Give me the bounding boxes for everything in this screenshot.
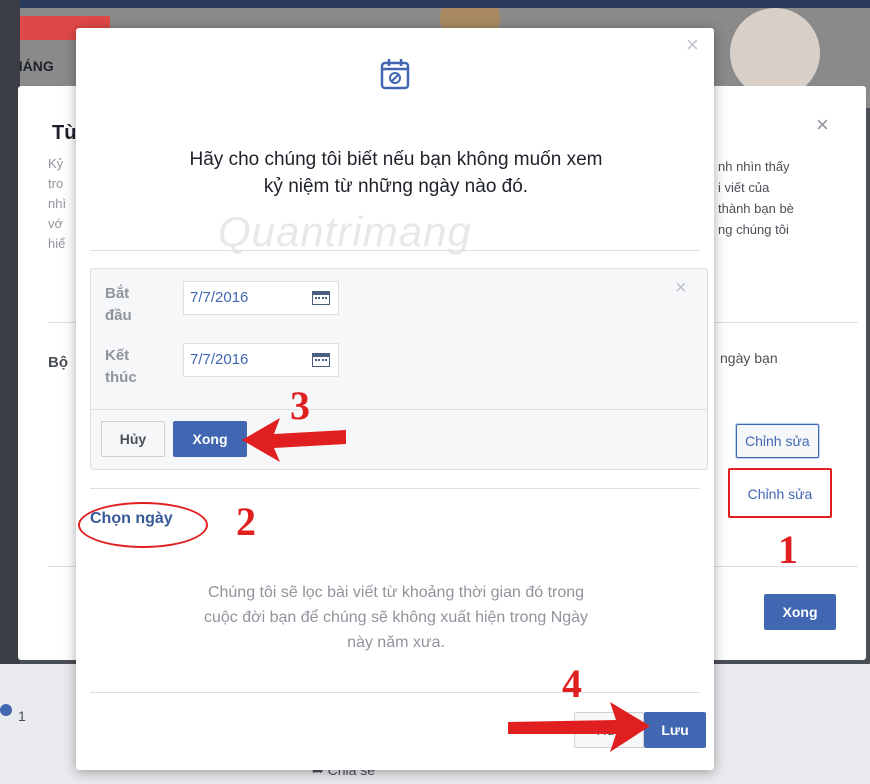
end-date-value: 7/7/2016 (190, 351, 249, 368)
dialog-description: Chúng tôi sẽ lọc bài viết từ khoảng thời… (116, 580, 676, 655)
start-date-input[interactable]: 7/7/2016 (183, 281, 339, 315)
start-label: Bắt đầu (105, 283, 132, 327)
date-done-button[interactable]: Xong (173, 421, 247, 457)
preferences-right-line: thành bạn bè (718, 201, 794, 216)
choose-date-link[interactable]: Chọn ngày (90, 510, 173, 528)
start-label-line: đầu (105, 307, 132, 324)
save-button[interactable]: Lưu (644, 712, 706, 748)
preferences-right-text: nh nhìn thấy i viết của thành bạn bè ng … (718, 156, 848, 240)
description-line: này năm xưa. (347, 634, 445, 651)
edit-people-button[interactable]: Chỉnh sửa (736, 424, 819, 458)
divider (90, 488, 700, 489)
end-label: Kết thúc (105, 345, 137, 389)
preferences-right-line: i viết của (718, 180, 770, 195)
dialog-heading: Hãy cho chúng tôi biết nếu bạn không muố… (106, 146, 686, 200)
baseball-decoration (730, 8, 820, 98)
step-number-2: 2 (236, 499, 256, 544)
date-cancel-button[interactable]: Hủy (101, 421, 165, 457)
step-3-arrow-icon (242, 418, 346, 462)
calendar-picker-icon[interactable] (312, 353, 330, 367)
section-label: Bộ (48, 354, 68, 371)
divider (91, 409, 707, 410)
start-date-value: 7/7/2016 (190, 289, 249, 306)
end-label-line: Kết (105, 347, 130, 364)
watermark-logo: Quantrimang (218, 208, 472, 255)
description-line: cuộc đời bạn để chúng sẽ không xuất hiện… (203, 609, 589, 626)
preferences-right-line: ng chúng tôi (718, 222, 789, 237)
reaction-count: 1 (18, 708, 26, 724)
heading-line: kỷ niệm từ những ngày nào đó. (263, 176, 529, 197)
edit-dates-button[interactable]: Chỉnh sửa (728, 468, 832, 518)
calendar-icon (380, 59, 410, 90)
step-number-4: 4 (562, 661, 582, 706)
reaction-icon (0, 704, 12, 716)
preferences-title: Tù (52, 122, 77, 144)
start-label-line: Bắt (105, 285, 130, 302)
section-right-text: ngày bạn (720, 350, 778, 366)
description-line: Chúng tôi sẽ lọc bài viết từ khoảng thời… (207, 584, 585, 601)
date-filter-dialog: × Hãy cho chúng tôi biết nếu bạn không m… (76, 28, 714, 770)
calendar-picker-icon[interactable] (312, 291, 330, 305)
end-label-line: thúc (105, 369, 137, 386)
end-date-input[interactable]: 7/7/2016 (183, 343, 339, 377)
preferences-done-button[interactable]: Xong (764, 594, 836, 630)
date-panel-close-icon[interactable]: × (675, 277, 687, 300)
preferences-close-icon[interactable]: × (816, 112, 829, 138)
step-number-1: 1 (778, 527, 798, 572)
top-nav-bar (0, 0, 870, 8)
heading-line: Hãy cho chúng tôi biết nếu bạn không muố… (189, 149, 603, 170)
dialog-close-icon[interactable]: × (686, 32, 699, 58)
step-4-arrow-icon (508, 702, 650, 752)
date-range-panel: × Bắt đầu 7/7/2016 Kết thúc 7/7/2016 Hủy… (90, 268, 708, 470)
preferences-right-line: nh nhìn thấy (718, 159, 790, 174)
divider (90, 692, 700, 693)
divider (90, 250, 700, 251)
